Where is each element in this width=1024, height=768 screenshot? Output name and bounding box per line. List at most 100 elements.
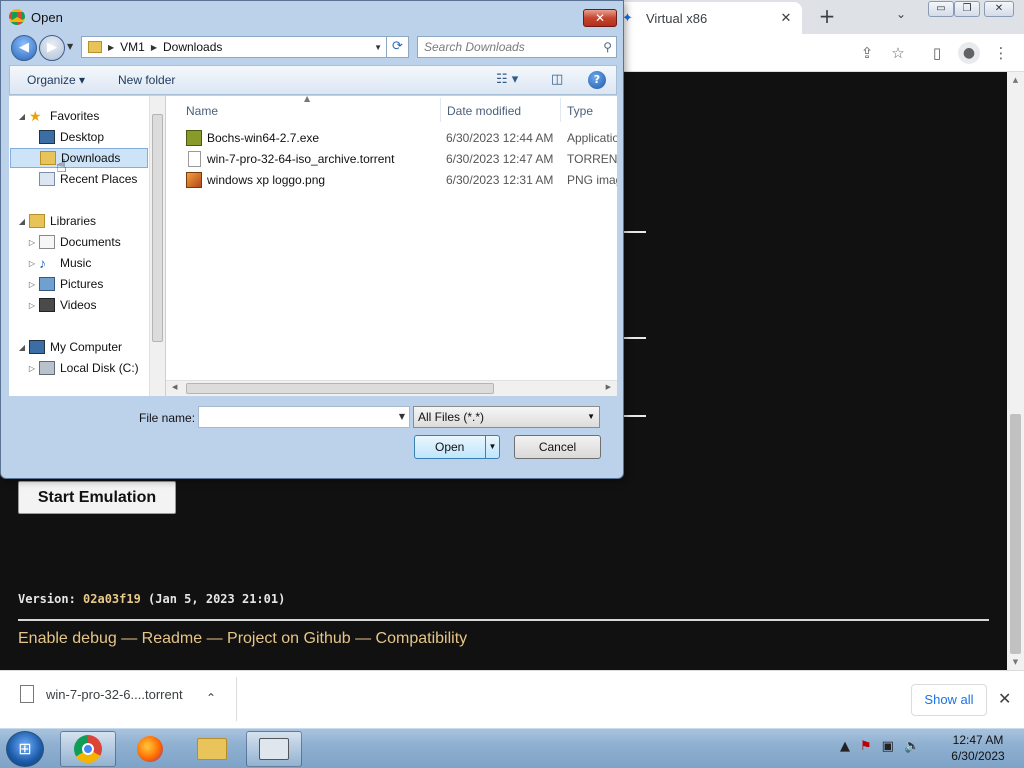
expand-arrow-icon[interactable]: ▷ — [27, 238, 37, 247]
page-scrollbar[interactable]: ▲ ▼ — [1007, 72, 1024, 670]
column-header-type[interactable]: Type — [567, 100, 593, 122]
forward-arrow-icon[interactable]: ▶ — [39, 35, 65, 61]
show-hidden-icons-icon[interactable]: ▲ — [840, 739, 850, 754]
new-tab-button[interactable]: + — [816, 6, 838, 28]
organize-button[interactable]: Organize ▾ — [27, 73, 85, 87]
download-item[interactable]: win-7-pro-32-6....torrent — [20, 685, 183, 703]
column-header-name[interactable]: Name — [186, 100, 218, 122]
show-all-button[interactable]: Show all — [911, 684, 987, 716]
scroll-right-arrow-icon[interactable]: ▶ — [606, 383, 611, 391]
library-icon — [29, 214, 45, 228]
file-name-label: File name: — [139, 411, 196, 425]
scrollbar-thumb[interactable] — [152, 114, 163, 342]
expand-arrow-icon[interactable]: ▷ — [27, 259, 37, 268]
recent-locations-dropdown-icon[interactable]: ▼ — [67, 42, 73, 51]
share-icon[interactable]: ⇪ — [856, 42, 878, 64]
scroll-down-arrow-icon[interactable]: ▼ — [1010, 658, 1021, 666]
readme-link[interactable]: Readme — [142, 630, 202, 647]
tree-item-libraries[interactable]: ◢ Libraries — [17, 211, 96, 231]
compatibility-link[interactable]: Compatibility — [376, 630, 468, 647]
tree-item-recent-places[interactable]: Recent Places — [27, 169, 137, 189]
breadcrumb-vm1[interactable]: VM1 — [120, 40, 145, 54]
preview-pane-icon[interactable]: ◫ — [551, 72, 563, 87]
volume-muted-icon[interactable]: 🔈 — [904, 739, 920, 754]
scrollbar-thumb[interactable] — [186, 383, 494, 394]
dialog-close-button[interactable]: ✕ — [583, 9, 617, 27]
file-type-filter-select[interactable]: All Files (*.*) ▼ — [413, 406, 600, 428]
tree-item-videos[interactable]: ▷ Videos — [27, 295, 96, 315]
version-hash-link[interactable]: 02a03f19 — [83, 592, 141, 606]
start-button[interactable]: ⊞ — [6, 731, 44, 767]
change-view-icon[interactable]: ☷ ▾ — [496, 72, 518, 87]
file-row[interactable]: Bochs-win64-2.7.exe 6/30/2023 12:44 AM A… — [184, 128, 617, 148]
scroll-up-arrow-icon[interactable]: ▲ — [1010, 76, 1021, 84]
address-bar[interactable]: ▶ VM1 ▶ Downloads ▼ — [81, 36, 387, 58]
navigation-pane-scrollbar[interactable] — [149, 96, 165, 396]
tab-list-button[interactable]: ⌄ — [896, 7, 906, 21]
enable-debug-link[interactable]: Enable debug — [18, 630, 117, 647]
restore-button[interactable]: ❐ — [954, 1, 980, 17]
file-row[interactable]: windows xp loggo.png 6/30/2023 12:31 AM … — [184, 170, 617, 190]
tree-item-music[interactable]: ▷ ♪ Music — [27, 253, 91, 273]
tree-item-desktop[interactable]: Desktop — [27, 127, 104, 147]
column-header-date-modified[interactable]: Date modified — [447, 100, 521, 122]
refresh-icon[interactable]: ⟳ — [387, 36, 409, 58]
column-divider[interactable] — [560, 98, 561, 122]
network-icon[interactable]: ▣ — [882, 739, 894, 754]
address-dropdown-icon[interactable]: ▼ — [374, 43, 382, 52]
help-icon[interactable]: ? — [588, 71, 606, 89]
collapse-arrow-icon[interactable]: ◢ — [17, 112, 27, 121]
github-link[interactable]: Project on Github — [227, 630, 351, 647]
tree-item-local-disk[interactable]: ▷ Local Disk (C:) — [27, 358, 139, 378]
clock[interactable]: 12:47 AM 6/30/2023 — [938, 732, 1018, 764]
tree-item-favorites[interactable]: ◢ ★ Favorites — [17, 106, 99, 126]
back-arrow-icon[interactable]: ◀ — [11, 35, 37, 61]
menu-kebab-icon[interactable]: ⋮ — [990, 42, 1012, 64]
filter-dropdown-icon[interactable]: ▼ — [587, 407, 595, 427]
firefox-taskbar-icon[interactable] — [122, 731, 178, 767]
expand-arrow-icon[interactable]: ▷ — [27, 364, 37, 373]
column-divider[interactable] — [440, 98, 441, 122]
tree-item-documents[interactable]: ▷ Documents — [27, 232, 121, 252]
collapse-arrow-icon[interactable]: ◢ — [17, 343, 27, 352]
chrome-taskbar-icon[interactable] — [60, 731, 116, 767]
tree-item-label: Recent Places — [60, 172, 138, 186]
collapse-arrow-icon[interactable]: ◢ — [17, 217, 27, 226]
tree-item-pictures[interactable]: ▷ Pictures — [27, 274, 103, 294]
scroll-left-arrow-icon[interactable]: ◀ — [172, 383, 177, 391]
documents-icon — [39, 235, 55, 249]
downloads-bar-close-icon[interactable]: ✕ — [998, 689, 1011, 708]
dialog-footer: File name: ▼ All Files (*.*) ▼ Open ▼ Ca… — [9, 397, 617, 473]
tree-item-downloads[interactable]: Downloads — [10, 148, 148, 168]
keyboard-taskbar-icon[interactable] — [246, 731, 302, 767]
start-emulation-button[interactable]: Start Emulation — [18, 481, 176, 514]
bookmark-star-icon[interactable]: ☆ — [887, 42, 909, 64]
expand-arrow-icon[interactable]: ▷ — [27, 280, 37, 289]
action-center-icon[interactable]: ⚑ — [860, 739, 872, 754]
open-button[interactable]: Open ▼ — [414, 435, 500, 459]
explorer-taskbar-icon[interactable] — [184, 731, 240, 767]
file-row[interactable]: win-7-pro-32-64-iso_archive.torrent 6/30… — [184, 149, 617, 169]
minimize-button[interactable]: ▭ — [928, 1, 954, 17]
profile-avatar[interactable]: ● — [958, 42, 980, 64]
browser-tab[interactable]: ✦ Virtual x86 ✕ — [612, 2, 802, 34]
download-options-chevron-icon[interactable]: ⌃ — [206, 691, 216, 705]
file-name-dropdown-icon[interactable]: ▼ — [399, 412, 405, 421]
tree-item-my-computer[interactable]: ◢ My Computer — [17, 337, 122, 357]
open-options-dropdown-icon[interactable]: ▼ — [485, 436, 499, 458]
search-input[interactable]: Search Downloads ⚲ — [417, 36, 617, 58]
breadcrumb-chevron-icon[interactable]: ▶ — [108, 43, 114, 52]
breadcrumb-chevron-icon[interactable]: ▶ — [151, 43, 157, 52]
expand-arrow-icon[interactable]: ▷ — [27, 301, 37, 310]
new-folder-button[interactable]: New folder — [118, 73, 175, 87]
tab-close-icon[interactable]: ✕ — [778, 10, 794, 26]
window-close-button[interactable]: ✕ — [984, 1, 1014, 17]
scrollbar-thumb[interactable] — [1010, 414, 1021, 654]
search-icon[interactable]: ⚲ — [603, 37, 612, 57]
side-panel-icon[interactable]: ▯ — [926, 42, 948, 64]
breadcrumb-downloads[interactable]: Downloads — [163, 40, 222, 54]
file-list-horizontal-scrollbar[interactable]: ◀ ▶ — [166, 380, 617, 396]
cancel-button[interactable]: Cancel — [514, 435, 601, 459]
version-date: (Jan 5, 2023 21:01) — [140, 592, 286, 606]
file-name-input[interactable]: ▼ — [198, 406, 410, 428]
